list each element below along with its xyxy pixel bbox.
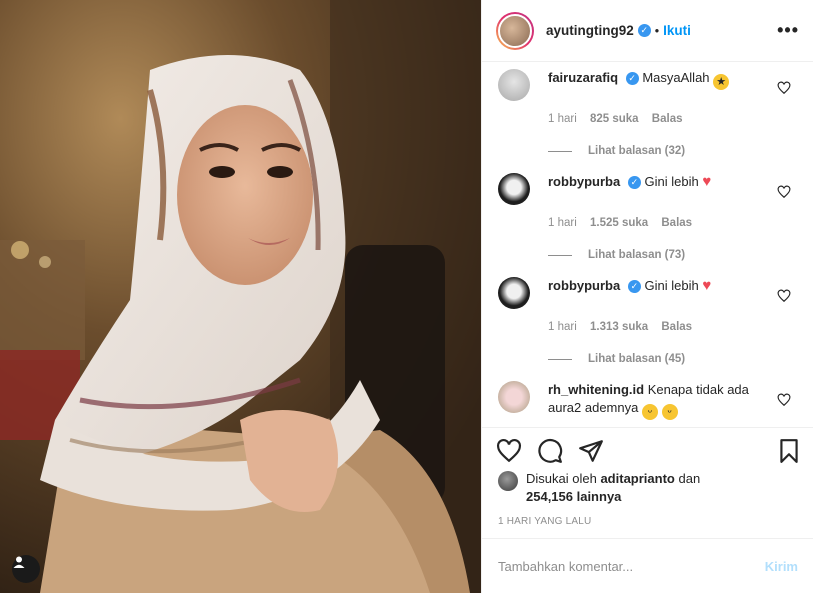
separator-dot: •	[654, 23, 660, 38]
comment-item: robbypurba ✓ Gini lebih ♥ 1 hari 1.525 s…	[498, 173, 803, 261]
tagged-user-icon[interactable]	[12, 555, 40, 583]
reply-button[interactable]: Balas	[661, 321, 692, 333]
reply-button[interactable]: Balas	[652, 113, 683, 125]
verified-badge-icon: ✓	[627, 280, 641, 294]
add-comment-bar: Kirim	[482, 538, 813, 593]
like-heart-icon[interactable]	[496, 438, 522, 464]
comment-username[interactable]: robbypurba	[548, 174, 620, 189]
view-replies-button[interactable]: Lihat balasan (45)	[548, 353, 803, 365]
author-username[interactable]: ayutingting92	[546, 23, 634, 38]
comment-username[interactable]: fairuzarafiq	[548, 70, 618, 85]
comment-bubble-icon[interactable]	[537, 438, 563, 464]
verified-badge-icon: ✓	[627, 176, 641, 190]
star-struck-emoji-icon: ★	[713, 74, 730, 90]
follow-button[interactable]: Ikuti	[663, 23, 691, 38]
comment-item: fairuzarafiq ✓ MasyaAllah ★ 1 hari 825 s…	[498, 69, 803, 157]
view-replies-button[interactable]: Lihat balasan (32)	[548, 145, 803, 157]
liked-by-connector: dan	[678, 471, 701, 486]
view-replies-label: Lihat balasan (45)	[588, 353, 686, 365]
like-comment-heart-icon[interactable]	[777, 185, 791, 199]
comment-text: MasyaAllah	[642, 70, 710, 85]
divider	[548, 254, 572, 256]
comment-likes[interactable]: 1.313 suka	[590, 321, 648, 333]
comment-item: rh_whitening.id Kenapa tidak ada aura2 a…	[498, 381, 803, 420]
comment-text: Gini lebih	[644, 278, 699, 293]
red-heart-emoji-icon: ♥	[702, 277, 712, 294]
reply-button[interactable]: Balas	[661, 217, 692, 229]
comment-meta: 1 hari 1.313 suka Balas	[548, 321, 803, 333]
red-heart-emoji-icon: ♥	[702, 173, 712, 190]
divider	[548, 150, 572, 152]
comment-time[interactable]: 1 hari	[548, 321, 577, 333]
more-options-icon[interactable]: •••	[777, 20, 799, 41]
like-comment-heart-icon[interactable]	[777, 393, 791, 407]
comment-likes[interactable]: 825 suka	[590, 113, 639, 125]
person-icon	[13, 556, 25, 568]
post-photo[interactable]	[0, 0, 481, 593]
post-side-panel: ayutingting92 ✓ • Ikuti ••• fairuzarafiq…	[481, 0, 813, 593]
liked-by-section: Disukai oleh aditaprianto dan 254,156 la…	[498, 470, 798, 506]
save-bookmark-icon[interactable]	[776, 438, 802, 464]
liked-by-prefix: Disukai oleh	[526, 471, 597, 486]
post-comment-button[interactable]: Kirim	[765, 559, 798, 574]
grinning-sweat-emoji-icon: ᵕ	[661, 404, 678, 420]
post-timestamp[interactable]: 1 HARI YANG LALU	[498, 516, 591, 527]
view-replies-label: Lihat balasan (73)	[588, 249, 686, 261]
verified-badge-icon: ✓	[637, 24, 651, 37]
grinning-sweat-emoji-icon: ᵕ	[641, 404, 658, 420]
comment-item: robbypurba ✓ Gini lebih ♥ 1 hari 1.313 s…	[498, 277, 803, 365]
share-paper-plane-icon[interactable]	[578, 438, 604, 464]
view-replies-label: Lihat balasan (32)	[588, 145, 686, 157]
verified-badge-icon: ✓	[625, 72, 639, 86]
commenter-avatar[interactable]	[498, 173, 530, 205]
likes-count[interactable]: 254,156 lainnya	[526, 489, 621, 504]
comment-time[interactable]: 1 hari	[548, 113, 577, 125]
commenter-avatar[interactable]	[498, 69, 530, 101]
like-comment-heart-icon[interactable]	[777, 81, 791, 95]
comments-list[interactable]: fairuzarafiq ✓ MasyaAllah ★ 1 hari 825 s…	[482, 63, 813, 426]
post-header: ayutingting92 ✓ • Ikuti •••	[482, 0, 813, 62]
comment-username[interactable]: rh_whitening.id	[548, 382, 644, 397]
instagram-post-modal: ayutingting92 ✓ • Ikuti ••• fairuzarafiq…	[0, 0, 813, 593]
divider	[548, 358, 572, 360]
author-avatar[interactable]	[496, 11, 534, 50]
comment-username[interactable]: robbypurba	[548, 278, 620, 293]
commenter-avatar[interactable]	[498, 277, 530, 309]
view-replies-button[interactable]: Lihat balasan (73)	[548, 249, 803, 261]
comment-text: Gini lebih	[644, 174, 699, 189]
comment-meta: 1 hari 1.525 suka Balas	[548, 217, 803, 229]
comment-likes[interactable]: 1.525 suka	[590, 217, 648, 229]
comment-time[interactable]: 1 hari	[548, 217, 577, 229]
liker-avatar[interactable]	[498, 471, 518, 491]
like-comment-heart-icon[interactable]	[777, 289, 791, 303]
commenter-avatar[interactable]	[498, 381, 530, 413]
portrait-illustration	[0, 0, 481, 593]
comment-meta: 1 hari 825 suka Balas	[548, 113, 803, 125]
comment-input[interactable]	[498, 558, 765, 574]
liker-username[interactable]: aditaprianto	[600, 471, 674, 486]
post-action-bar	[482, 427, 813, 475]
